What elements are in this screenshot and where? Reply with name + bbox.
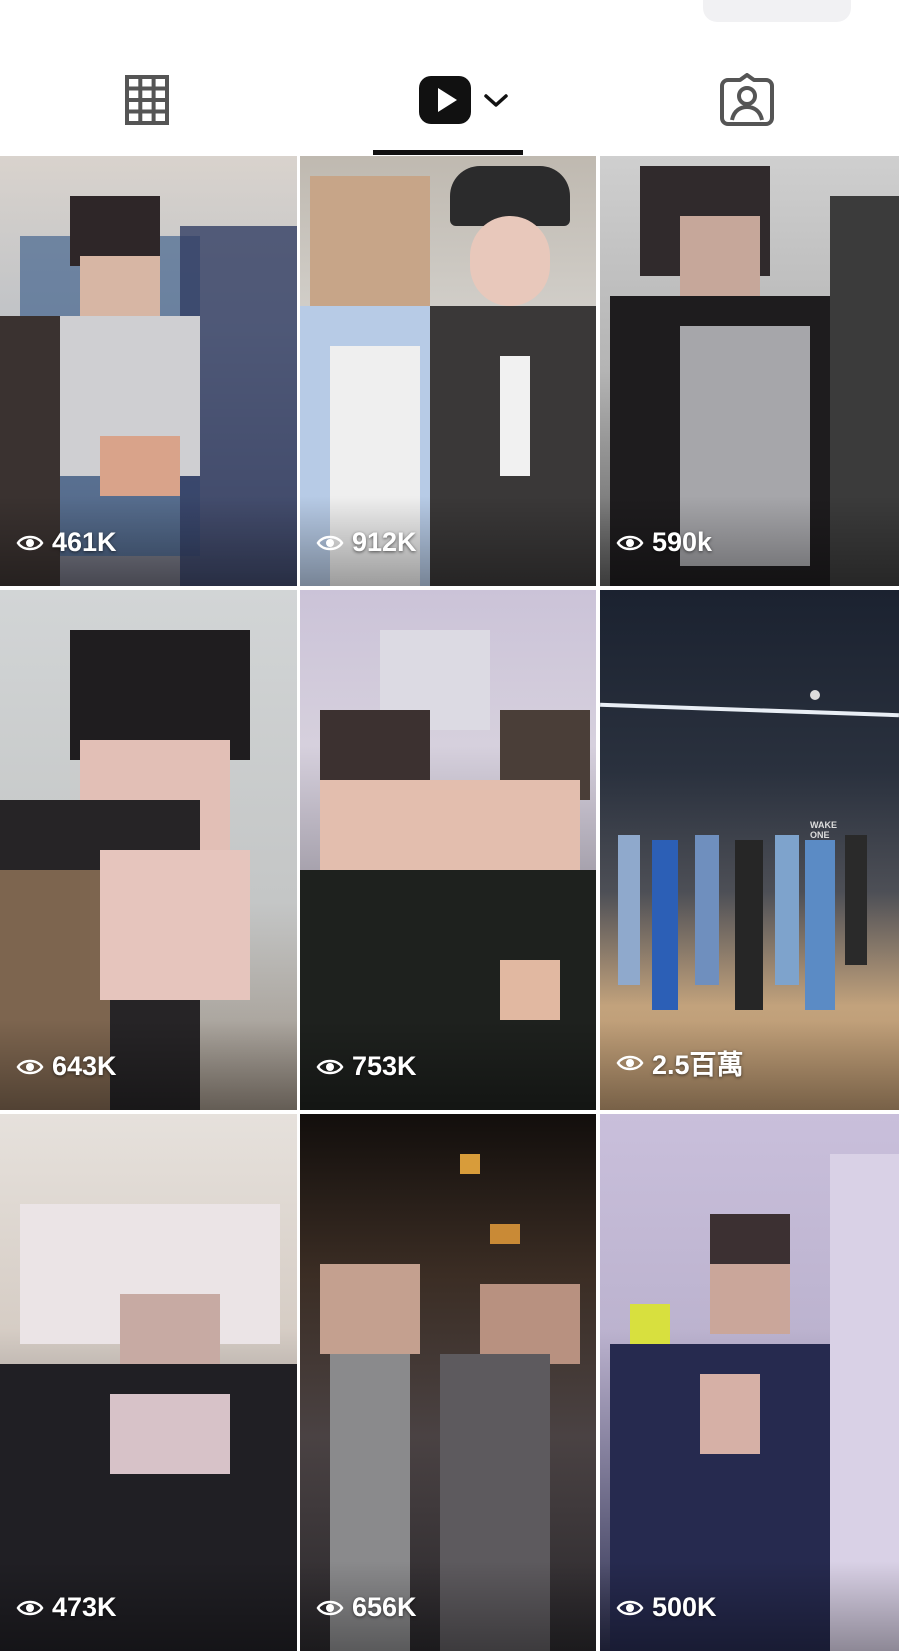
view-count: 643K (16, 1051, 117, 1082)
video-tile[interactable]: WAKE ONE 2.5百萬 (600, 590, 899, 1110)
selected-tab-indicator (373, 150, 523, 155)
tagged-user-icon (720, 73, 774, 126)
tab-videos[interactable] (404, 68, 524, 132)
view-count: 461K (16, 527, 117, 558)
eye-icon (616, 1600, 644, 1615)
video-tile[interactable]: 461K (0, 156, 297, 586)
video-tile[interactable]: 473K (0, 1114, 297, 1651)
eye-icon (16, 1059, 44, 1074)
play-icon (419, 76, 471, 124)
view-count: 473K (16, 1592, 117, 1623)
grid-icon (125, 75, 169, 125)
eye-icon (316, 535, 344, 550)
video-tile[interactable]: 656K (300, 1114, 596, 1651)
view-count: 500K (616, 1592, 717, 1623)
view-count: 656K (316, 1592, 417, 1623)
tab-tagged[interactable] (712, 68, 782, 132)
eye-icon (316, 1059, 344, 1074)
view-count: 912K (316, 527, 417, 558)
video-tile[interactable]: 500K (600, 1114, 899, 1651)
eye-icon (16, 1600, 44, 1615)
video-grid: 461K 912K 590k 643K 753K WAKE ONE 2.5百萬 … (0, 156, 899, 1651)
tab-grid[interactable] (112, 68, 182, 132)
video-tile[interactable]: 590k (600, 156, 899, 586)
eye-icon (316, 1600, 344, 1615)
video-tile[interactable]: 912K (300, 156, 596, 586)
eye-icon (16, 535, 44, 550)
video-tile[interactable]: 643K (0, 590, 297, 1110)
profile-tab-bar (0, 50, 899, 156)
view-count: 590k (616, 527, 712, 558)
eye-icon (616, 1055, 644, 1070)
chevron-down-icon (484, 94, 508, 107)
top-search-pill[interactable] (703, 0, 851, 22)
video-tile[interactable]: 753K (300, 590, 596, 1110)
view-count: 753K (316, 1051, 417, 1082)
eye-icon (616, 535, 644, 550)
view-count: 2.5百萬 (616, 1043, 744, 1082)
